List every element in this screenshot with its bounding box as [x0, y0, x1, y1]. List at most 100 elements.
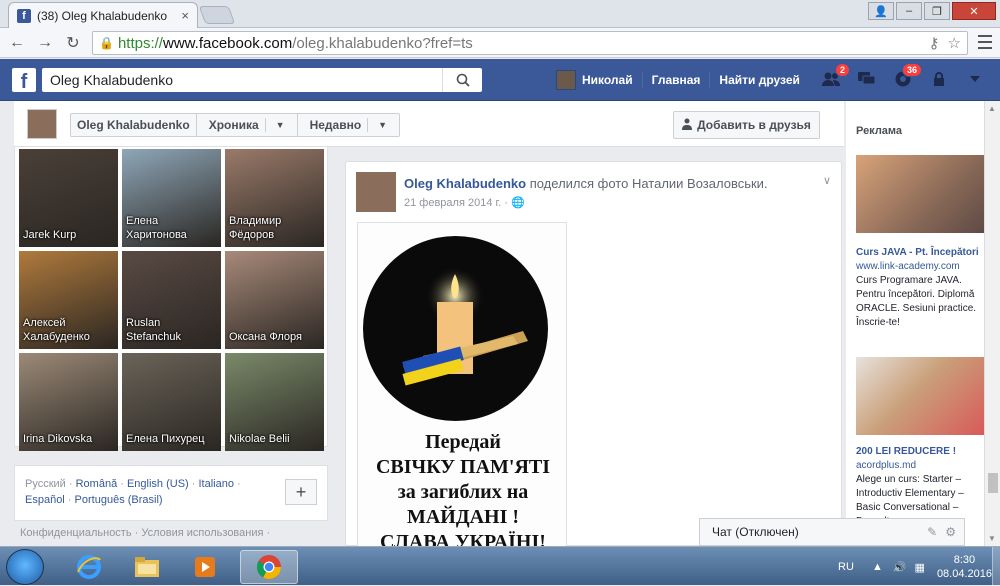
post-title: Oleg Khalabudenko поделился фото Наталии…: [404, 176, 768, 191]
friend-name: Nikolae Belii: [229, 433, 290, 445]
browser-tab[interactable]: f (38) Oleg Khalabudenko ×: [8, 2, 198, 28]
messages-icon[interactable]: [856, 69, 878, 89]
recent-dropdown[interactable]: Недавно ▼: [298, 114, 400, 136]
facebook-logo[interactable]: f: [12, 68, 36, 92]
internet-explorer-icon[interactable]: [62, 550, 116, 584]
gear-icon[interactable]: ⚙: [945, 525, 956, 539]
post-author-avatar[interactable]: [356, 172, 396, 212]
volume-icon[interactable]: 🔊: [893, 561, 907, 574]
footer-links[interactable]: Конфиденциальность · Условия использован…: [20, 527, 270, 539]
post-date[interactable]: 21 февраля 2014 г. · 🌐: [404, 196, 525, 209]
chat-bar[interactable]: Чат (Отключен) ✎ ⚙: [699, 518, 965, 546]
lang-link[interactable]: Español: [25, 494, 65, 506]
friend-name: Владимир Фёдоров: [229, 215, 282, 241]
lang-link[interactable]: Português (Brasil): [75, 494, 163, 506]
file-explorer-icon[interactable]: [120, 550, 174, 584]
nav-profile-link[interactable]: Николай: [582, 73, 633, 87]
profile-sticky-header: Oleg Khalabudenko Хроника ▼ Недавно ▼ Доба…: [14, 101, 844, 147]
minimize-button[interactable]: –: [896, 2, 922, 20]
lang-link[interactable]: English (US): [127, 478, 189, 490]
ad-image-english-course[interactable]: [856, 357, 984, 435]
system-tray: RU ▲ 🔊 ▦ 8:30 08.04.2016: [838, 550, 992, 584]
search-icon[interactable]: [442, 68, 482, 92]
new-tab-button[interactable]: [198, 6, 236, 24]
ad-image-laptop[interactable]: [856, 155, 984, 233]
ad-item[interactable]: Curs JAVA - Pt. Începători www.link-acad…: [856, 246, 984, 330]
bookmark-star-icon[interactable]: ☆: [948, 34, 961, 52]
chrome-icon[interactable]: [240, 550, 298, 584]
ad-title[interactable]: Curs JAVA - Pt. Începători: [856, 246, 984, 260]
avatar[interactable]: [556, 70, 576, 90]
network-icon[interactable]: ▦: [915, 561, 925, 574]
clock[interactable]: 8:30 08.04.2016: [937, 553, 992, 581]
post-photo-text-line: за загиблих на: [397, 481, 529, 503]
scrollbar-thumb[interactable]: [988, 473, 998, 493]
ads-title: Реклама: [856, 125, 903, 137]
add-friend-button[interactable]: Добавить в друзья: [673, 111, 820, 139]
scroll-up-icon[interactable]: ▲: [988, 104, 996, 113]
friend-tile[interactable]: Ruslan Stefanchuk: [122, 251, 221, 349]
ad-title[interactable]: 200 LEI REDUCERE !: [856, 445, 984, 459]
browser-menu-icon[interactable]: [978, 35, 992, 49]
url-path: /oleg.khalabudenko?fref=ts: [292, 34, 473, 52]
friend-tile[interactable]: Nikolae Belii: [225, 353, 324, 451]
friend-tile[interactable]: Оксана Флоря: [225, 251, 324, 349]
user-icon[interactable]: 👤: [868, 2, 894, 20]
scroll-down-icon[interactable]: ▼: [988, 534, 996, 543]
post-photo[interactable]: Передай СВІЧКУ ПАМ'ЯТІ за загиблих на МАЙДА…: [357, 222, 567, 547]
back-button[interactable]: ←: [6, 34, 28, 52]
friend-tile[interactable]: Jarek Kurp: [19, 149, 118, 247]
privacy-shortcuts-icon[interactable]: [928, 69, 950, 89]
breadcrumb: Oleg Khalabudenko Хроника ▼ Недавно ▼: [70, 113, 401, 137]
compose-icon[interactable]: ✎: [927, 525, 937, 539]
friend-tile[interactable]: Елена Пихурец: [122, 353, 221, 451]
window-controls: 👤 – ❐ ✕: [868, 2, 996, 20]
post-author-link[interactable]: Oleg Khalabudenko: [404, 176, 526, 191]
friend-name: Елена Харитонова: [126, 215, 187, 241]
address-toolbar: ← → ↻ 🔒 https:// www.facebook.com /oleg.…: [0, 28, 1000, 58]
search-input[interactable]: Oleg Khalabudenko: [42, 68, 482, 92]
languages-box: Русский · Română · English (US) · Italia…: [14, 465, 328, 521]
post-photo-text-line: МАЙДАНІ !: [406, 506, 520, 528]
friend-name: Ruslan Stefanchuk: [126, 317, 182, 343]
page-scrollbar[interactable]: ▲ ▼: [984, 101, 1000, 546]
nav-find-friends-link[interactable]: Найти друзей: [719, 73, 799, 87]
post-options-chevron-down-icon[interactable]: ∨: [823, 174, 831, 187]
friend-tile[interactable]: Владимир Фёдоров: [225, 149, 324, 247]
friend-name: Алексей Халабуденко: [23, 317, 90, 343]
tab-close-icon[interactable]: ×: [181, 8, 189, 23]
post-photo-text-line: Передай: [425, 431, 501, 453]
url-domain: www.facebook.com: [162, 34, 293, 52]
notifications-icon[interactable]: 36: [892, 63, 922, 89]
friend-tile[interactable]: Елена Харитонова: [122, 149, 221, 247]
address-bar[interactable]: 🔒 https:// www.facebook.com /oleg.khalab…: [92, 31, 968, 55]
media-player-icon[interactable]: [178, 550, 232, 584]
breadcrumb-name[interactable]: Oleg Khalabudenko: [71, 114, 197, 136]
timeline-label: Хроника: [203, 118, 266, 132]
friend-tile[interactable]: Irina Dikovska: [19, 353, 118, 451]
key-icon[interactable]: ⚷: [929, 34, 940, 52]
windows-taskbar: RU ▲ 🔊 ▦ 8:30 08.04.2016: [0, 546, 1000, 586]
profile-avatar[interactable]: [27, 109, 57, 139]
lang-current: Русский: [25, 478, 66, 490]
lang-link[interactable]: Italiano: [199, 478, 234, 490]
input-language[interactable]: RU: [838, 561, 854, 573]
start-button[interactable]: [6, 549, 44, 585]
more-languages-button[interactable]: +: [285, 479, 317, 505]
nav-home-link[interactable]: Главная: [652, 73, 701, 87]
ad-item[interactable]: 200 LEI REDUCERE ! acordplus.md Alege un…: [856, 445, 984, 529]
chevron-down-icon: ▼: [275, 120, 285, 130]
reload-button[interactable]: ↻: [62, 33, 84, 53]
friend-tile[interactable]: Алексей Халабуденко: [19, 251, 118, 349]
forward-button[interactable]: →: [34, 34, 56, 52]
timeline-dropdown[interactable]: Хроника ▼: [197, 114, 298, 136]
show-hidden-icons-icon[interactable]: ▲: [872, 561, 883, 573]
maximize-button[interactable]: ❐: [924, 2, 950, 20]
ad-text: Curs Programare JAVA. Pentru începători.…: [856, 275, 977, 328]
post-photo-text-line: СЛАВА УКРАЇНІ!: [380, 531, 546, 547]
account-menu-chevron-down-icon[interactable]: [964, 69, 986, 89]
lang-link[interactable]: Română: [76, 478, 118, 490]
friend-requests-icon[interactable]: 2: [820, 63, 850, 89]
close-window-button[interactable]: ✕: [952, 2, 996, 20]
show-desktop-button[interactable]: [992, 547, 1000, 586]
